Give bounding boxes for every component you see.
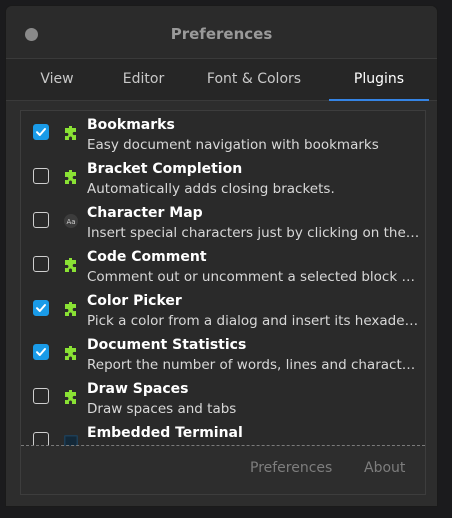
- plugin-description: Comment out or uncomment a selected bloc…: [87, 269, 423, 285]
- plugin-enable-checkbox[interactable]: [33, 212, 49, 228]
- plugin-name: Character Map: [87, 205, 203, 221]
- plugin-name: Draw Spaces: [87, 381, 189, 397]
- tab-bar: View Editor Font & Colors Plugins: [6, 58, 437, 101]
- puzzle-icon: [63, 389, 79, 405]
- plugin-row[interactable]: Document Statistics Report the number of …: [21, 331, 425, 375]
- plugin-name: Embedded Terminal: [87, 425, 243, 441]
- tab-view[interactable]: View: [6, 59, 108, 100]
- plugin-about-button[interactable]: About: [364, 460, 405, 476]
- plugin-enable-checkbox[interactable]: [33, 168, 49, 184]
- plugin-description: Insert special characters just by clicki…: [87, 225, 423, 241]
- puzzle-icon: [63, 345, 79, 361]
- plugin-row[interactable]: Color Picker Pick a color from a dialog a…: [21, 287, 425, 331]
- plugin-name: Color Picker: [87, 293, 182, 309]
- plugin-preferences-button[interactable]: Preferences: [250, 460, 332, 476]
- puzzle-icon: [63, 125, 79, 141]
- preferences-window: Preferences View Editor Font & Colors Pl…: [5, 5, 438, 507]
- plugin-description: Draw spaces and tabs: [87, 401, 237, 417]
- plugin-enable-checkbox[interactable]: [33, 256, 49, 272]
- plugin-row[interactable]: Aa Character Map Insert special characters…: [21, 199, 425, 243]
- tab-plugins[interactable]: Plugins: [329, 59, 429, 101]
- dialog-footer: Preferences About: [20, 446, 426, 495]
- puzzle-icon: [63, 257, 79, 273]
- titlebar: Preferences: [6, 6, 437, 58]
- plugin-description: Easy document navigation with bookmarks: [87, 137, 379, 153]
- puzzle-icon: [63, 301, 79, 317]
- plugin-enable-checkbox[interactable]: [33, 388, 49, 404]
- plugin-name: Code Comment: [87, 249, 207, 265]
- puzzle-icon: [63, 169, 79, 185]
- plugin-enable-checkbox[interactable]: [33, 344, 49, 360]
- tab-editor[interactable]: Editor: [108, 59, 179, 100]
- character-map-icon: Aa: [63, 213, 79, 229]
- svg-text:Aa: Aa: [66, 218, 75, 226]
- plugin-name: Bracket Completion: [87, 161, 243, 177]
- plugin-row[interactable]: Draw Spaces Draw spaces and tabs: [21, 375, 425, 419]
- plugin-description: Report the number of words, lines and ch…: [87, 357, 423, 373]
- plugin-row[interactable]: Bookmarks Easy document navigation with b…: [21, 111, 425, 155]
- plugin-description: Automatically adds closing brackets.: [87, 181, 335, 197]
- plugin-name: Bookmarks: [87, 117, 175, 133]
- plugin-list[interactable]: Bookmarks Easy document navigation with b…: [20, 110, 426, 447]
- plugin-enable-checkbox[interactable]: [33, 300, 49, 316]
- plugin-row[interactable]: Code Comment Comment out or uncomment a s…: [21, 243, 425, 287]
- plugin-row[interactable]: Bracket Completion Automatically adds clo…: [21, 155, 425, 199]
- plugin-enable-checkbox[interactable]: [33, 124, 49, 140]
- plugin-description: Pick a color from a dialog and insert it…: [87, 313, 423, 329]
- plugin-name: Document Statistics: [87, 337, 247, 353]
- tab-font-colors[interactable]: Font & Colors: [179, 59, 329, 100]
- window-title: Preferences: [170, 25, 273, 43]
